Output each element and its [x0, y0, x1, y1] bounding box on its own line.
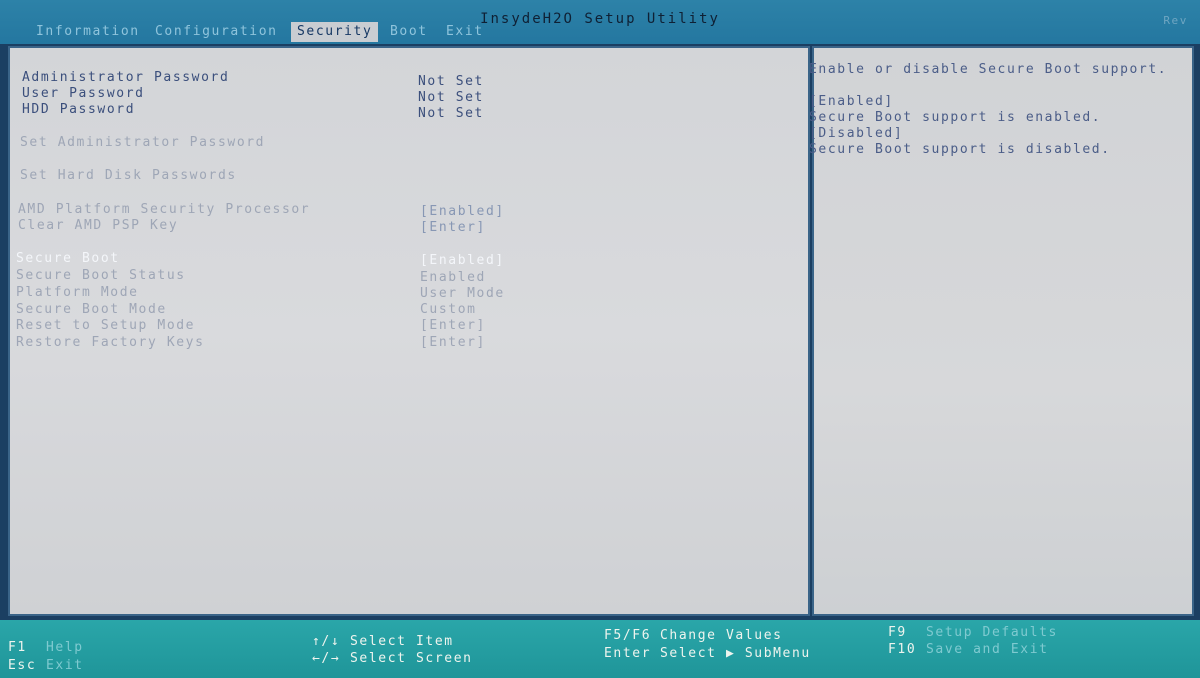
f5f6-key: F5/F6: [604, 628, 652, 643]
platform-mode-label: Platform Mode: [16, 285, 139, 300]
f10-key: F10: [888, 642, 917, 657]
amd-psp-label[interactable]: AMD Platform Security Processor: [18, 202, 310, 217]
hdd-password-label: HDD Password: [22, 102, 136, 117]
admin-password-label: Administrator Password: [22, 70, 230, 85]
secure-boot-mode-value: Custom: [420, 302, 477, 317]
platform-mode-value: User Mode: [420, 286, 505, 301]
enter-key: Enter: [604, 646, 652, 661]
secure-boot-status-value: Enabled: [420, 270, 486, 285]
updown-desc: Select Item: [350, 634, 454, 649]
tab-boot[interactable]: Boot: [384, 22, 434, 42]
secure-boot-mode-label: Secure Boot Mode: [16, 302, 167, 317]
f1-key: F1: [8, 640, 27, 655]
hdd-password-value: Not Set: [418, 106, 484, 121]
help-disabled-option: [Disabled]: [809, 126, 904, 141]
reset-setup-mode-value[interactable]: [Enter]: [420, 318, 486, 333]
admin-password-value: Not Set: [418, 74, 484, 89]
f1-desc: Help: [46, 640, 84, 655]
leftright-arrow-icon: ←/→: [312, 651, 341, 666]
leftright-desc: Select Screen: [350, 651, 473, 666]
f9-key: F9: [888, 625, 907, 640]
tab-security[interactable]: Security: [291, 22, 379, 42]
restore-factory-keys-label[interactable]: Restore Factory Keys: [16, 335, 205, 350]
amd-psp-value[interactable]: [Enabled]: [420, 204, 505, 219]
user-password-label: User Password: [22, 86, 145, 101]
restore-factory-keys-value[interactable]: [Enter]: [420, 335, 486, 350]
tab-exit[interactable]: Exit: [440, 22, 490, 42]
help-panel: Enable or disable Secure Boot support. […: [809, 46, 1194, 616]
help-enabled-option: [Enabled]: [809, 94, 894, 109]
key-legend-bar: F1 Help Esc Exit ↑/↓ Select Item ←/→ Sel…: [0, 620, 1200, 678]
help-description: Enable or disable Secure Boot support.: [809, 62, 1168, 77]
secure-boot-status-label: Secure Boot Status: [16, 268, 186, 283]
clear-psp-key-value[interactable]: [Enter]: [420, 220, 486, 235]
f5f6-desc: Change Values: [660, 628, 783, 643]
title-bar: InsydeH2O Setup Utility Rev Information …: [0, 0, 1200, 44]
tab-information[interactable]: Information: [30, 22, 146, 42]
clear-psp-key-label[interactable]: Clear AMD PSP Key: [18, 218, 178, 233]
enter-desc: Select ▶ SubMenu: [660, 646, 811, 661]
esc-desc: Exit: [46, 658, 84, 673]
user-password-value: Not Set: [418, 90, 484, 105]
set-hdd-passwords-item[interactable]: Set Hard Disk Passwords: [20, 168, 237, 183]
help-enabled-text: Secure Boot support is enabled.: [809, 110, 1102, 125]
f10-desc: Save and Exit: [926, 642, 1049, 657]
esc-key: Esc: [8, 658, 37, 673]
secure-boot-label[interactable]: Secure Boot: [16, 251, 120, 266]
help-disabled-text: Secure Boot support is disabled.: [809, 142, 1111, 157]
updown-arrow-icon: ↑/↓: [312, 634, 341, 649]
f9-desc: Setup Defaults: [926, 625, 1058, 640]
revision-label: Rev: [1163, 14, 1188, 27]
set-admin-password-item[interactable]: Set Administrator Password: [20, 135, 265, 150]
reset-setup-mode-label[interactable]: Reset to Setup Mode: [16, 318, 195, 333]
security-menu-panel: Administrator Password Not Set User Pass…: [8, 46, 810, 616]
secure-boot-value[interactable]: [Enabled]: [420, 253, 505, 268]
tab-configuration[interactable]: Configuration: [149, 22, 284, 42]
